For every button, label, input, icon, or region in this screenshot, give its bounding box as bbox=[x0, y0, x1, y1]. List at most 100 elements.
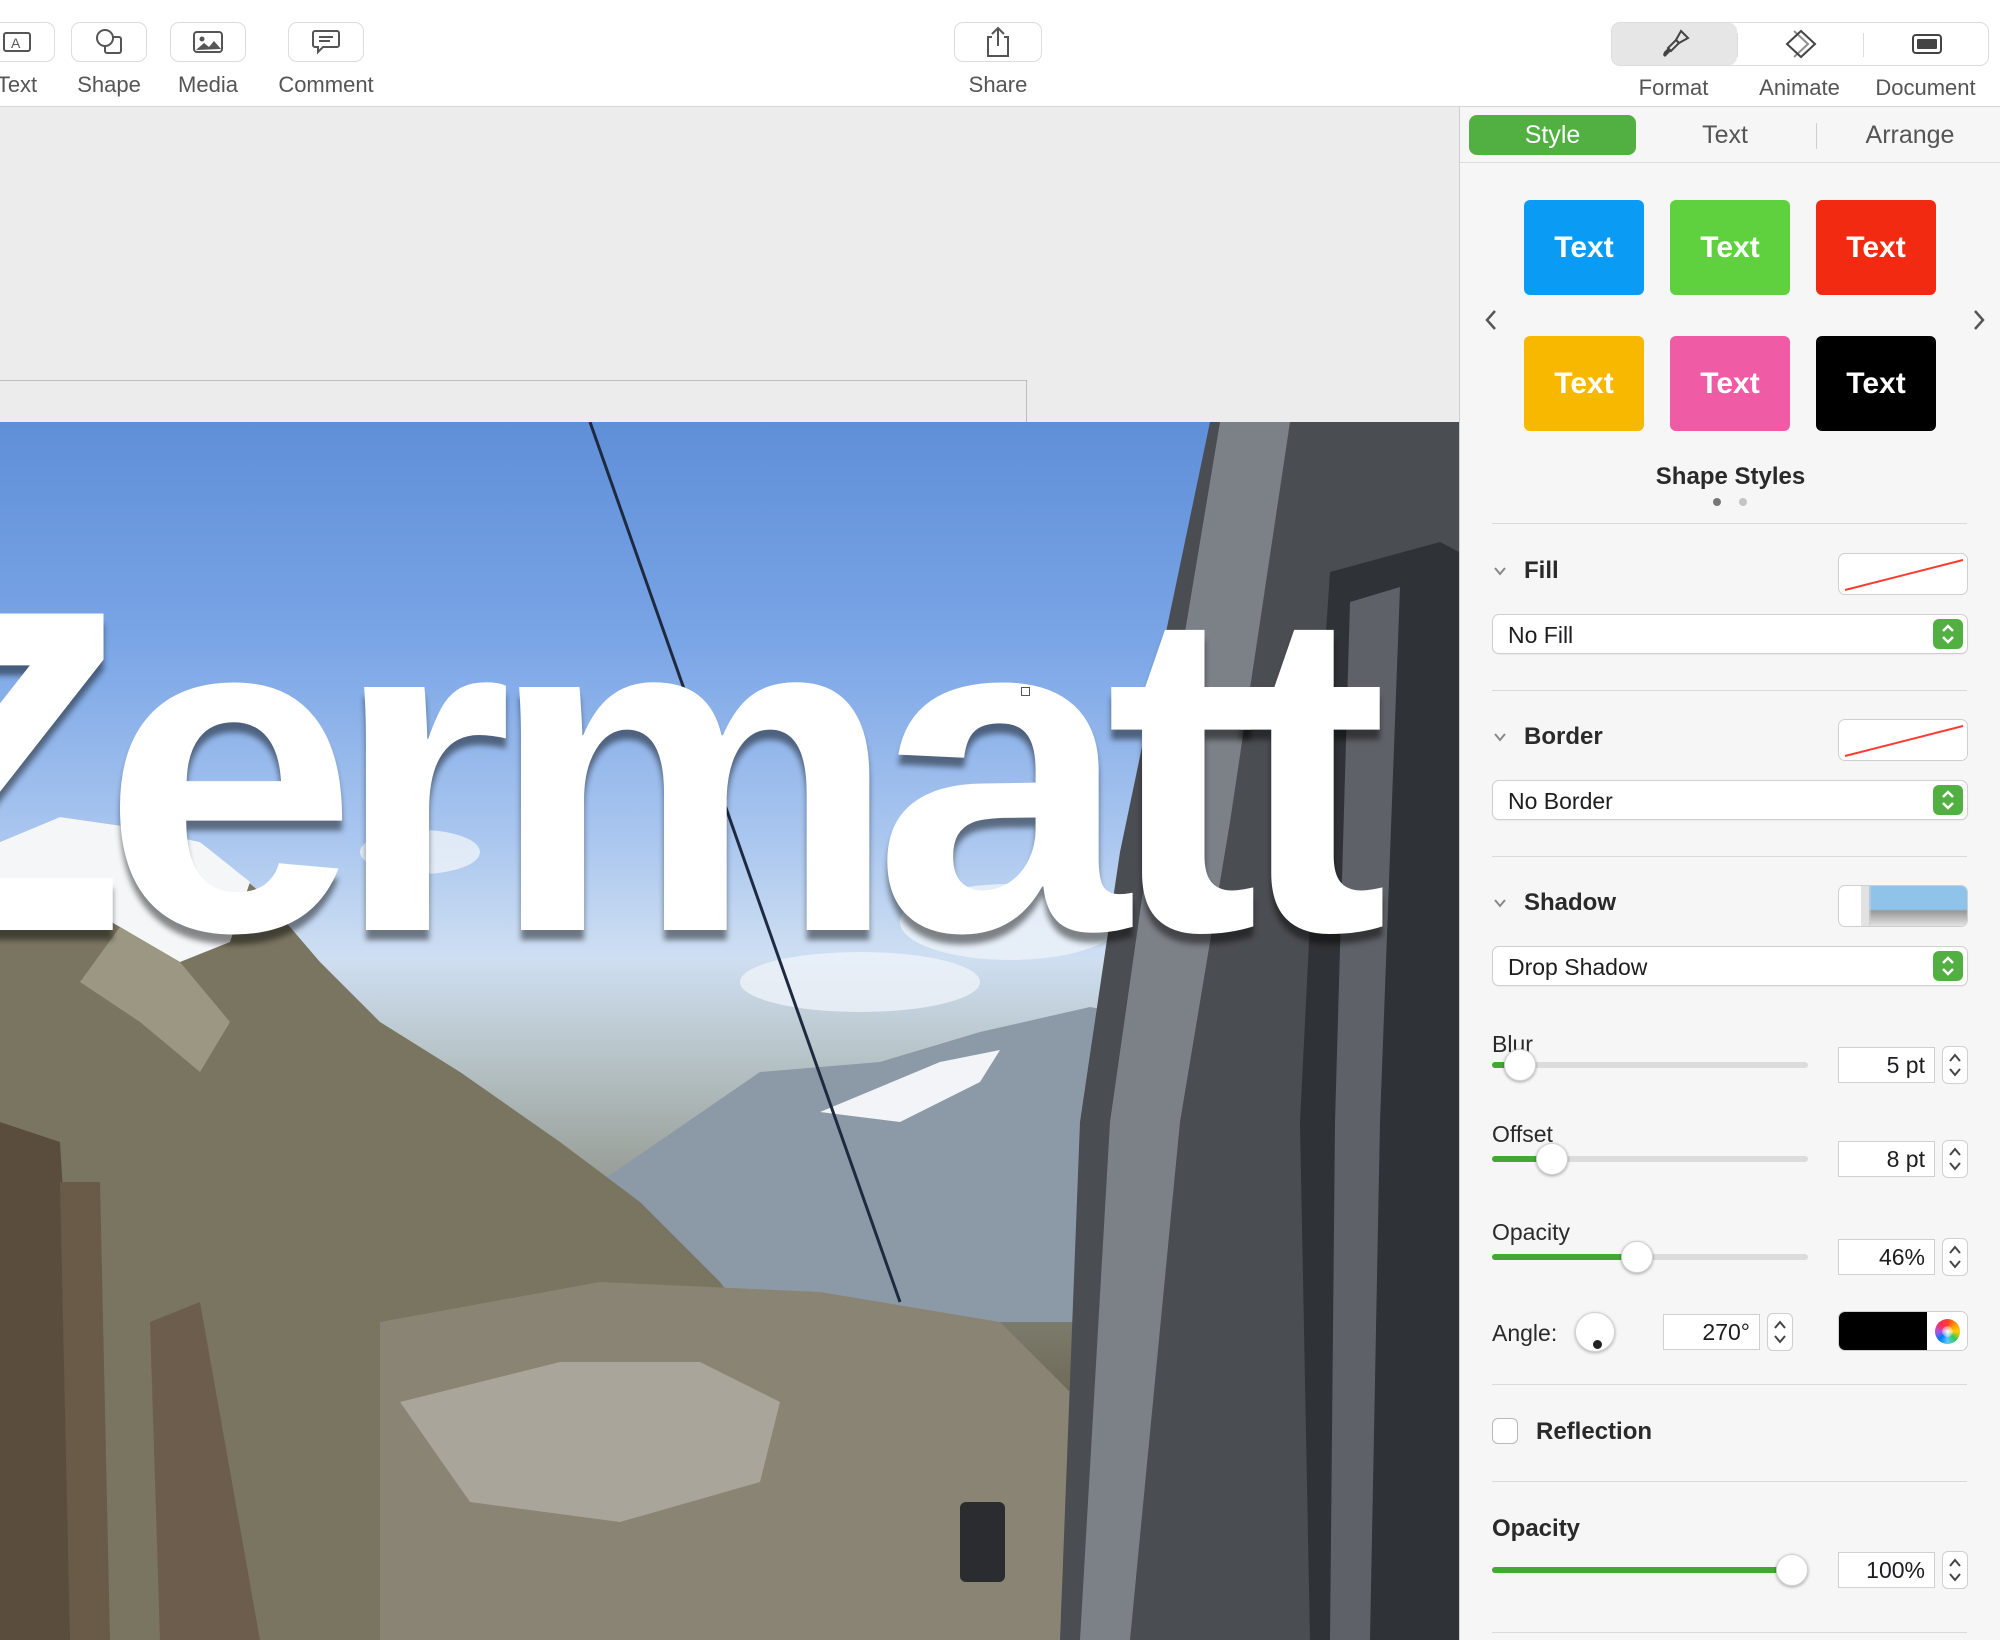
inspector-tabs: Style Text Arrange bbox=[1460, 107, 2000, 163]
diamond-icon bbox=[1785, 29, 1816, 59]
slide[interactable]: Zermatt bbox=[0, 422, 1459, 1640]
border-color-well[interactable] bbox=[1838, 719, 1968, 761]
border-section-toggle[interactable]: Border bbox=[1492, 723, 1603, 751]
toolbar-document-label: Document bbox=[1875, 75, 1976, 100]
updown-arrows-icon bbox=[1933, 619, 1963, 649]
object-opacity-stepper[interactable] bbox=[1942, 1551, 1968, 1589]
shape-style-swatch-green[interactable]: Text bbox=[1670, 200, 1790, 295]
angle-value-field[interactable]: 270° bbox=[1663, 1314, 1760, 1350]
slide-canvas[interactable]: Zermatt bbox=[0, 107, 1459, 1640]
shadow-type-value: Drop Shadow bbox=[1508, 954, 1648, 980]
blur-slider-knob[interactable] bbox=[1504, 1049, 1537, 1081]
selection-handle[interactable] bbox=[1021, 687, 1030, 696]
shadow-preset-well[interactable] bbox=[1838, 885, 1968, 927]
toolbar-animate-button[interactable] bbox=[1738, 23, 1863, 65]
color-wheel-icon[interactable] bbox=[1935, 1319, 1960, 1344]
blur-slider[interactable] bbox=[1492, 1049, 1808, 1081]
object-opacity-slider-knob[interactable] bbox=[1776, 1554, 1809, 1586]
shape-style-swatch-black[interactable]: Text bbox=[1816, 336, 1936, 431]
comment-icon bbox=[288, 22, 364, 62]
styles-page-dot-1[interactable] bbox=[1713, 498, 1721, 506]
tab-arrange[interactable]: Arrange bbox=[1830, 115, 1990, 155]
document-icon bbox=[1911, 34, 1942, 54]
shadow-opacity-value-field[interactable]: 46% bbox=[1838, 1239, 1935, 1275]
no-color-slash-icon bbox=[1844, 725, 1964, 757]
object-opacity-value-field[interactable]: 100% bbox=[1838, 1552, 1935, 1588]
reflection-checkbox[interactable] bbox=[1492, 1418, 1518, 1444]
tab-text[interactable]: Text bbox=[1650, 115, 1800, 155]
shadow-opacity-slider-knob[interactable] bbox=[1621, 1241, 1654, 1273]
styles-previous-button[interactable] bbox=[1476, 300, 1506, 340]
offset-stepper[interactable] bbox=[1942, 1140, 1968, 1178]
border-type-popup[interactable]: No Border bbox=[1492, 780, 1968, 820]
stepper-arrows-icon bbox=[1949, 1147, 1961, 1171]
chevron-down-icon bbox=[1494, 899, 1506, 908]
share-icon bbox=[954, 22, 1042, 62]
offset-slider-knob[interactable] bbox=[1536, 1143, 1569, 1175]
shadow-opacity-slider-fill bbox=[1492, 1254, 1638, 1260]
shape-style-swatch-pink[interactable]: Text bbox=[1670, 336, 1790, 431]
angle-dial[interactable] bbox=[1575, 1312, 1615, 1352]
stepper-arrows-icon bbox=[1949, 1558, 1961, 1582]
shadow-opacity-label: Opacity bbox=[1492, 1219, 1570, 1245]
offset-value-field[interactable]: 8 pt bbox=[1838, 1141, 1935, 1177]
toolbar-share-label: Share bbox=[968, 72, 1028, 97]
object-opacity-slider-fill bbox=[1492, 1567, 1793, 1573]
stepper-arrows-icon bbox=[1949, 1245, 1961, 1269]
angle-stepper[interactable] bbox=[1767, 1313, 1793, 1351]
styles-page-dot-2[interactable] bbox=[1739, 498, 1747, 506]
updown-arrows-icon bbox=[1933, 951, 1963, 981]
offset-slider[interactable] bbox=[1492, 1143, 1808, 1175]
fill-section-toggle[interactable]: Fill bbox=[1492, 557, 1559, 585]
toolbar-shape-button[interactable]: Shape bbox=[54, 22, 164, 98]
chevron-down-icon bbox=[1494, 733, 1506, 742]
object-opacity-label: Opacity bbox=[1492, 1515, 1581, 1542]
section-divider bbox=[1492, 1632, 1967, 1633]
shadow-section-toggle[interactable]: Shadow bbox=[1492, 889, 1616, 917]
shadow-type-popup[interactable]: Drop Shadow bbox=[1492, 946, 1968, 986]
selection-guide-line bbox=[0, 380, 1027, 381]
photo-icon bbox=[170, 22, 246, 62]
shadow-preview-icon bbox=[1861, 886, 1967, 926]
fill-section-title: Fill bbox=[1524, 557, 1559, 584]
section-divider bbox=[1492, 1481, 1967, 1482]
reflection-label: Reflection bbox=[1536, 1418, 1653, 1445]
object-opacity-slider[interactable] bbox=[1492, 1554, 1809, 1586]
toolbar-comment-label: Comment bbox=[278, 72, 374, 97]
toolbar-format-button[interactable] bbox=[1612, 23, 1737, 65]
toolbar-animate-label: Animate bbox=[1759, 75, 1840, 100]
blur-value-field[interactable]: 5 pt bbox=[1838, 1047, 1935, 1083]
shape-style-swatch-yellow[interactable]: Text bbox=[1524, 336, 1644, 431]
no-color-slash-icon bbox=[1844, 559, 1964, 591]
fill-type-popup[interactable]: No Fill bbox=[1492, 614, 1968, 654]
inspector-mode-selector bbox=[1611, 22, 1989, 66]
shadow-section-title: Shadow bbox=[1524, 889, 1617, 916]
section-divider bbox=[1492, 856, 1967, 857]
styles-next-button[interactable] bbox=[1964, 300, 1994, 340]
toolbar: A Text Shape Media Comment Share Format … bbox=[0, 0, 2000, 107]
svg-text:A: A bbox=[11, 35, 21, 51]
shape-style-swatch-blue[interactable]: Text bbox=[1524, 200, 1644, 295]
chevron-down-icon bbox=[1494, 567, 1506, 576]
shape-style-swatch-red[interactable]: Text bbox=[1816, 200, 1936, 295]
toolbar-comment-button[interactable]: Comment bbox=[271, 22, 381, 98]
paintbrush-icon bbox=[1662, 29, 1690, 57]
keynote-window: A Text Shape Media Comment Share Format … bbox=[0, 0, 2000, 1640]
border-type-value: No Border bbox=[1508, 788, 1613, 814]
shadow-color-swatch[interactable] bbox=[1839, 1312, 1927, 1350]
toolbar-media-button[interactable]: Media bbox=[153, 22, 263, 98]
shadow-opacity-stepper[interactable] bbox=[1942, 1238, 1968, 1276]
slide-title-text[interactable]: Zermatt bbox=[0, 542, 1388, 1002]
section-divider bbox=[1492, 690, 1967, 691]
toolbar-media-label: Media bbox=[178, 72, 238, 97]
blur-stepper[interactable] bbox=[1942, 1046, 1968, 1084]
border-section-title: Border bbox=[1524, 723, 1603, 750]
shadow-opacity-slider[interactable] bbox=[1492, 1241, 1808, 1273]
toolbar-share-button[interactable]: Share bbox=[943, 22, 1053, 98]
tab-style[interactable]: Style bbox=[1469, 115, 1636, 155]
fill-color-well[interactable] bbox=[1838, 553, 1968, 595]
section-divider bbox=[1492, 1384, 1967, 1385]
stepper-arrows-icon bbox=[1774, 1320, 1786, 1344]
shadow-color-well[interactable] bbox=[1838, 1311, 1968, 1351]
toolbar-document-button[interactable] bbox=[1864, 23, 1989, 65]
